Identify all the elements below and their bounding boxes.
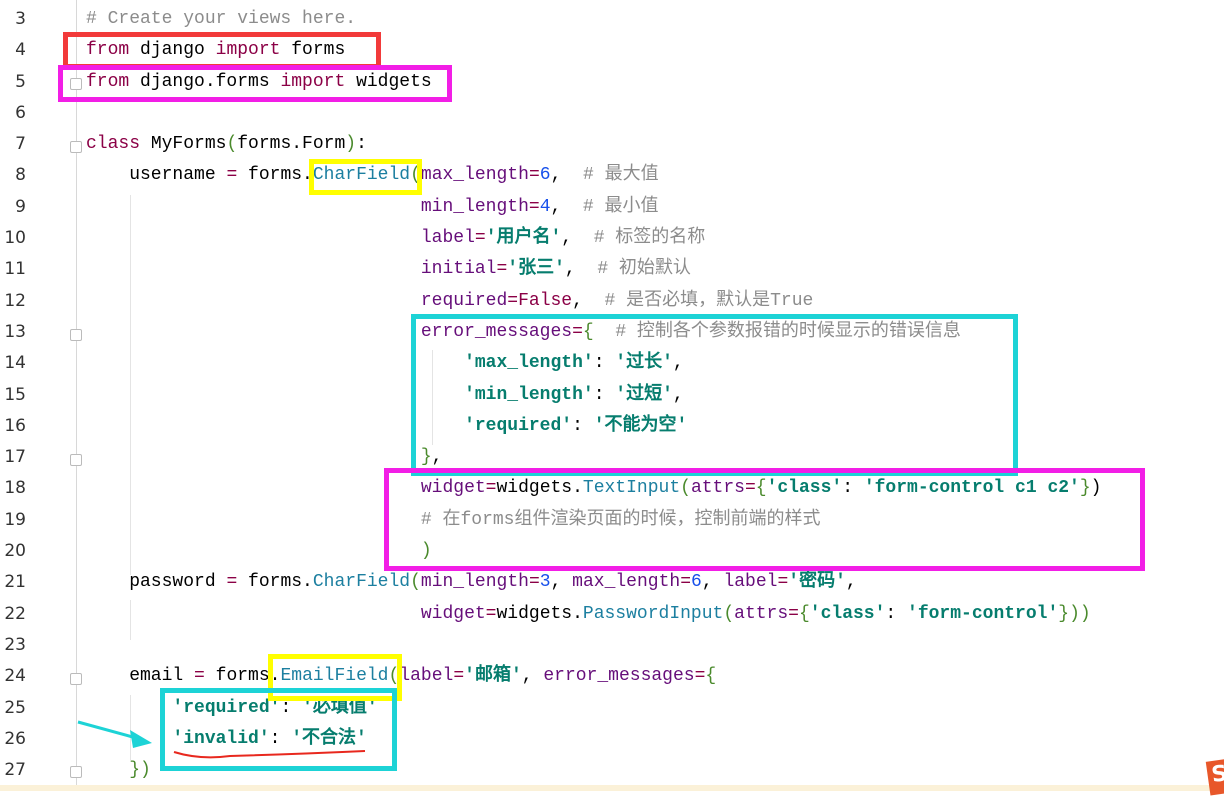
arrow-icon <box>77 720 152 748</box>
current-line-highlight <box>0 785 1224 791</box>
annotation-overlay <box>77 720 366 759</box>
logo-glyph: S <box>1209 761 1224 789</box>
red-underline <box>173 750 366 759</box>
